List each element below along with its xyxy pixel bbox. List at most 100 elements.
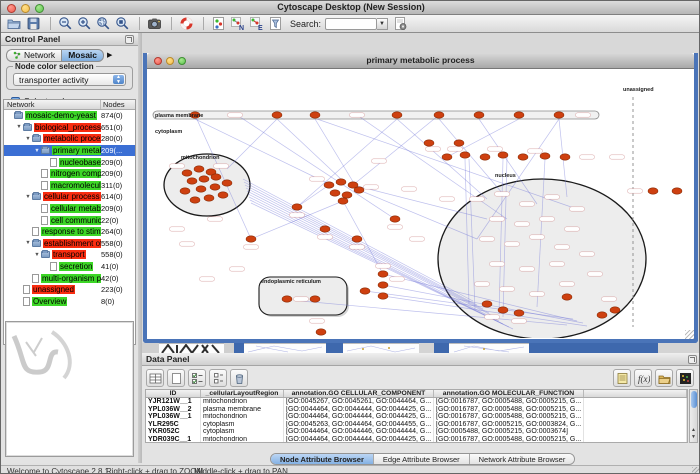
column-cellular-layout-region[interactable]: _cellularLayoutRegion: [201, 390, 284, 397]
network-canvas[interactable]: plasma membranecytoplasmmitochondrionnuc…: [147, 69, 694, 338]
graph-node[interactable]: [498, 307, 508, 313]
open-network-icon[interactable]: [6, 16, 23, 32]
scroll-up-icon[interactable]: ▲: [690, 427, 697, 434]
graph-node[interactable]: [434, 112, 444, 118]
tree-row[interactable]: ▼establishment of loc558(0): [4, 238, 135, 250]
network-window-resize-grip[interactable]: [685, 330, 694, 339]
tree-expand-icon[interactable]: ▼: [33, 148, 41, 154]
delete-attribute-icon[interactable]: [230, 369, 248, 387]
tree-column-network[interactable]: Network: [4, 100, 101, 109]
advanced-search-icon[interactable]: [392, 16, 409, 32]
tree-row[interactable]: response to stimulus264(0): [4, 226, 135, 238]
tree-row[interactable]: secretion41(0): [4, 261, 135, 273]
graph-node[interactable]: [310, 296, 320, 302]
graph-node[interactable]: [324, 182, 334, 188]
graph-node[interactable]: [338, 198, 348, 204]
node-attribute-browser-icon[interactable]: N: [229, 16, 246, 32]
app-resize-grip[interactable]: [692, 467, 700, 474]
float-data-panel-icon[interactable]: [688, 355, 697, 364]
graph-node[interactable]: [540, 153, 550, 159]
graph-node[interactable]: [218, 192, 228, 198]
network-window-titlebar[interactable]: primary metabolic process: [147, 53, 694, 69]
graph-node[interactable]: [378, 271, 388, 277]
background-window-edge[interactable]: [434, 343, 449, 353]
graph-node[interactable]: [182, 170, 192, 176]
function-builder-icon[interactable]: f(x): [634, 369, 652, 387]
graph-node[interactable]: [460, 152, 470, 158]
graph-node[interactable]: [222, 180, 232, 186]
snapshot-icon[interactable]: [146, 16, 163, 32]
background-window[interactable]: [449, 343, 529, 353]
graph-node[interactable]: [211, 174, 221, 180]
import-attributes-icon[interactable]: [613, 369, 631, 387]
graph-node[interactable]: [190, 197, 200, 203]
graph-node[interactable]: [514, 112, 524, 118]
tree-row[interactable]: mosaic-demo-yeast874(0): [4, 110, 135, 122]
search-dropdown-button[interactable]: ▼: [377, 18, 388, 30]
graph-node[interactable]: [498, 152, 508, 158]
tab-overflow-arrow[interactable]: ▶: [107, 51, 112, 59]
graph-node[interactable]: [272, 112, 282, 118]
tree-row[interactable]: multi-organism proc42(0): [4, 272, 135, 284]
graph-node[interactable]: [330, 190, 340, 196]
graph-node[interactable]: [354, 187, 364, 193]
tree-row[interactable]: macromolecule met311(0): [4, 180, 135, 192]
background-window[interactable]: [244, 343, 326, 353]
table-row[interactable]: YJR121W__1mitochondrion[GO:0045267, GO:0…: [146, 398, 687, 406]
scrollbar-thumb[interactable]: [691, 391, 697, 408]
graph-node[interactable]: [562, 294, 572, 300]
create-attribute-icon[interactable]: [167, 369, 185, 387]
scroll-down-icon[interactable]: ▼: [690, 434, 697, 441]
graph-node[interactable]: [187, 178, 197, 184]
tree-expand-icon[interactable]: ▼: [24, 240, 32, 246]
table-row[interactable]: YPL036W__2plasma membrane[GO:0044464, GO…: [146, 406, 687, 414]
column-id[interactable]: ID: [146, 390, 201, 397]
filter-icon[interactable]: [267, 16, 284, 32]
graph-node[interactable]: [352, 236, 362, 242]
graph-node[interactable]: [672, 188, 682, 194]
graph-node[interactable]: [210, 184, 220, 190]
tree-row[interactable]: nucleobase-contain209(0): [4, 156, 135, 168]
graph-node[interactable]: [194, 166, 204, 172]
graph-node[interactable]: [180, 188, 190, 194]
graph-node[interactable]: [336, 179, 346, 185]
graph-node[interactable]: [648, 188, 658, 194]
graph-node[interactable]: [342, 192, 352, 198]
graph-node[interactable]: [474, 112, 484, 118]
graph-node[interactable]: [378, 293, 388, 299]
tree-row[interactable]: cellular metabolic209(0): [4, 203, 135, 215]
graph-node[interactable]: [204, 195, 214, 201]
tree-expand-icon[interactable]: ▼: [24, 136, 32, 142]
save-session-icon[interactable]: [25, 16, 42, 32]
tree-row[interactable]: cell communication22(0): [4, 214, 135, 226]
background-window-edge[interactable]: [326, 343, 343, 353]
tree-row[interactable]: nitrogen compound209(0): [4, 168, 135, 180]
column-go-cellular-component[interactable]: annotation.GO CELLULAR_COMPONENT: [284, 390, 434, 397]
table-row[interactable]: YPL036W__1mitochondrion[GO:0044464, GO:0…: [146, 413, 687, 421]
zoom-selected-icon[interactable]: [95, 16, 112, 32]
graph-node[interactable]: [378, 282, 388, 288]
open-attributes-icon[interactable]: [655, 369, 673, 387]
table-row[interactable]: YKR052Ccytoplasm[GO:0044464, GO:0044446,…: [146, 428, 687, 436]
tab-network[interactable]: Network: [6, 49, 61, 62]
graph-node[interactable]: [514, 310, 524, 316]
column-go-molecular-function[interactable]: annotation.GO MOLECULAR_FUNCTION: [434, 390, 584, 397]
matrix-view-icon[interactable]: [676, 369, 694, 387]
graph-node[interactable]: [424, 140, 434, 146]
graph-node[interactable]: [310, 112, 320, 118]
table-scrollbar[interactable]: ▲ ▼: [689, 389, 698, 443]
tree-row[interactable]: ▼cellular process614(0): [4, 191, 135, 203]
graph-node[interactable]: [282, 296, 292, 302]
graph-node[interactable]: [390, 216, 400, 222]
tab-mosaic[interactable]: Mosaic: [61, 49, 104, 62]
tree-expand-icon[interactable]: ▼: [15, 124, 23, 130]
graph-node[interactable]: [454, 140, 464, 146]
graph-node[interactable]: [199, 176, 209, 182]
search-input[interactable]: [325, 18, 377, 30]
graph-node[interactable]: [316, 329, 326, 335]
graph-node[interactable]: [392, 112, 402, 118]
graph-node[interactable]: [610, 307, 620, 313]
tab-edge-attribute-browser[interactable]: Edge Attribute Browser: [374, 454, 470, 464]
tree-row[interactable]: ▼primary metabolic p209(...: [4, 145, 135, 157]
zoom-in-icon[interactable]: [76, 16, 93, 32]
